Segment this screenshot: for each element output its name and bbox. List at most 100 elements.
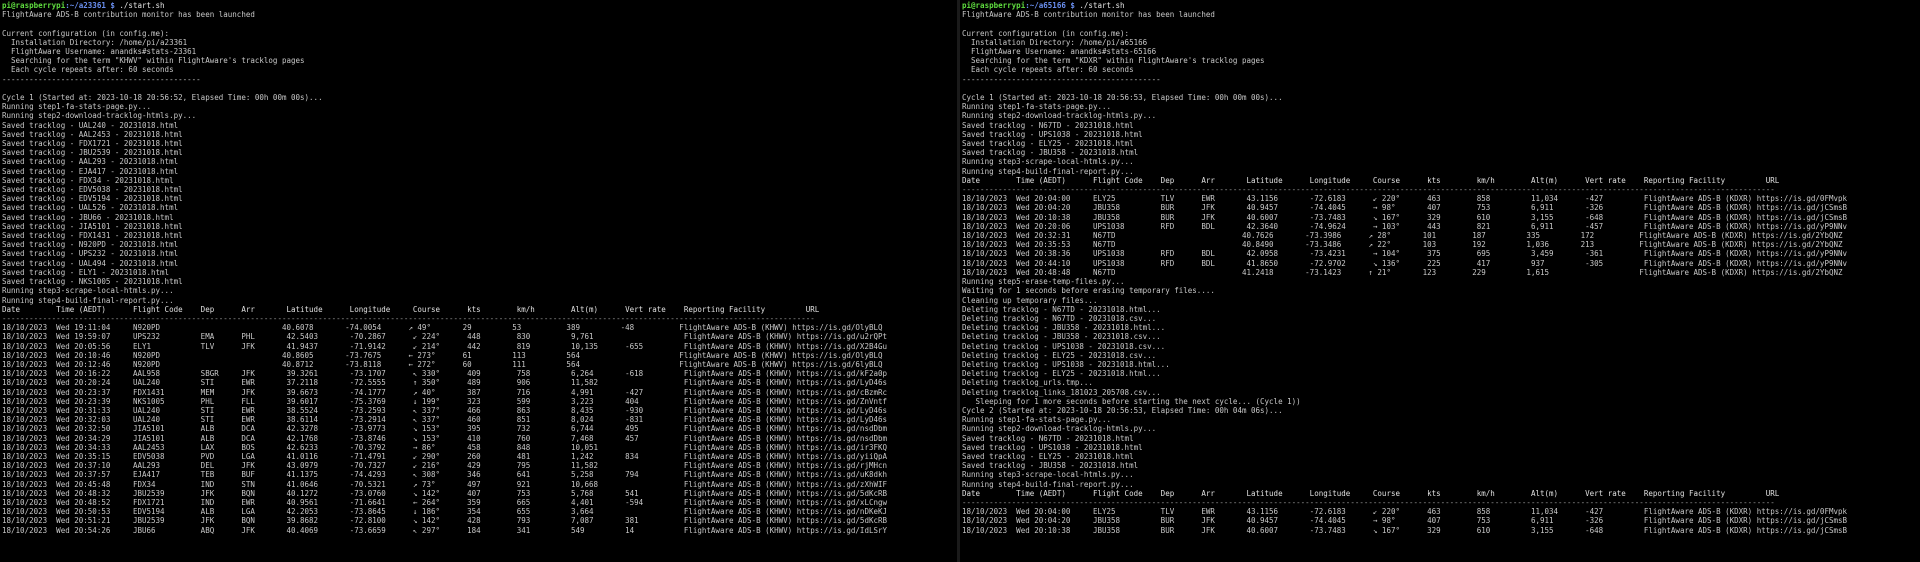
log-line: Deleting tracklog - JBU358 - 20231018.ht… (962, 323, 1166, 333)
log-line: Current configuration (in config.me): (962, 28, 1130, 38)
log-line: Running step5-erase-temp-files.py... (962, 277, 1125, 287)
log-line: Waiting for 1 seconds before erasing tem… (962, 286, 1215, 296)
log-line: Saved tracklog - ELY1 - 20231018.html (2, 267, 170, 277)
log-line: Saved tracklog - ELY25 - 20231018.html (962, 451, 1134, 461)
log-line: Deleting tracklog - JBU358 - 20231018.cs… (962, 332, 1161, 342)
log-line: Saved tracklog - AAL2453 - 20231018.html (2, 129, 183, 139)
table-row: 18/10/2023 Wed 20:10:38 JBU358 BUR JFK 4… (962, 212, 1848, 222)
table-row: 18/10/2023 Wed 20:45:48 FDX34 IND STN 41… (2, 479, 888, 489)
table-header-rule: ----------------------------------------… (962, 185, 1775, 195)
table-row: 18/10/2023 Wed 20:23:37 FDX1431 MEM JFK … (2, 387, 888, 397)
log-line: Each cycle repeats after: 60 seconds (2, 65, 174, 75)
log-line: FlightAware ADS-B contribution monitor h… (2, 10, 255, 20)
table-row: 18/10/2023 Wed 20:48:48 N67TD 41.2418 -7… (962, 267, 1843, 277)
table-header: Date Time (AEDT) Flight Code Dep Arr Lat… (962, 175, 1780, 185)
table-row: 18/10/2023 Wed 20:32:31 N67TD 40.7626 -7… (962, 231, 1843, 241)
log-line: Deleting tracklog - ELY25 - 20231018.htm… (962, 369, 1161, 379)
log-line: Running step3-scrape-local-htmls.py... (962, 470, 1134, 480)
log-line: Cycle 1 (Started at: 2023-10-18 20:56:53… (962, 93, 1283, 103)
table-row: 18/10/2023 Wed 19:59:07 UPS232 EMA PHL 4… (2, 332, 888, 342)
log-line: FlightAware Username: anandks#stats-6516… (962, 47, 1157, 57)
log-line: Saved tracklog - JBU358 - 20231018.html (962, 148, 1139, 158)
log-line: Saved tracklog - UPS1038 - 20231018.html (962, 442, 1143, 452)
report-table: 18/10/2023 Wed 19:11:04 N920PD 40.6078 -… (2, 323, 887, 535)
table-row: 18/10/2023 Wed 20:05:56 ELY1 TLV JFK 41.… (2, 341, 888, 351)
table-row: 18/10/2023 Wed 19:11:04 N920PD 40.6078 -… (2, 323, 883, 333)
terminal-output-right: pi@raspberrypi:~/a65166 $ ./start.sh Fli… (960, 0, 1849, 536)
table-row: 18/10/2023 Wed 20:04:20 JBU358 BUR JFK 4… (962, 203, 1848, 213)
table-header-rule: ----------------------------------------… (2, 313, 815, 323)
log-line: Saved tracklog - UPS1038 - 20231018.html (962, 129, 1143, 139)
table-row: 18/10/2023 Wed 20:20:06 UPS1038 RFD BDL … (962, 221, 1848, 231)
log-line: Each cycle repeats after: 60 seconds (962, 65, 1134, 75)
table-row: 18/10/2023 Wed 20:48:52 FDX1721 IND EWR … (2, 497, 888, 507)
table-row: 18/10/2023 Wed 20:32:50 JIA5101 ALB DCA … (2, 424, 888, 434)
terminal-pane-right[interactable]: pi@raspberrypi:~/a65166 $ ./start.sh Fli… (960, 0, 1917, 562)
table-row: 18/10/2023 Wed 20:31:33 UAL240 STI EWR 3… (2, 405, 888, 415)
table-row: 18/10/2023 Wed 20:35:15 EDV5038 PVD LGA … (2, 451, 888, 461)
log-line: Running step4-build-final-report.py... (962, 479, 1134, 489)
log-line: Running step4-build-final-report.py... (962, 166, 1134, 176)
table-row: 18/10/2023 Wed 20:32:03 UAL240 STI EWR 3… (2, 415, 888, 425)
log-line: Installation Directory: /home/pi/a23361 (2, 37, 188, 47)
terminal-output-left: pi@raspberrypi:~/a23361 $ ./start.sh Fli… (0, 0, 889, 536)
log-line: Cleaning up temporary files... (962, 295, 1098, 305)
table-row: 18/10/2023 Wed 20:44:10 UPS1038 RFD BDL … (962, 258, 1848, 268)
prompt-command: ./start.sh (114, 1, 165, 10)
log-line: Deleting tracklog - N67TD - 20231018.htm… (962, 304, 1161, 314)
log-line: Running step2-download-tracklog-htmls.py… (962, 424, 1157, 434)
log-line: Saved tracklog - N67TD - 20231018.html (962, 120, 1134, 130)
log-line: Saved tracklog - UPS232 - 20231018.html (2, 249, 179, 259)
table-header: Date Time (AEDT) Flight Code Dep Arr Lat… (962, 488, 1780, 498)
log-line: Saved tracklog - N67TD - 20231018.html (962, 433, 1134, 443)
table-row: 18/10/2023 Wed 20:48:32 JBU2539 JFK BQN … (2, 488, 888, 498)
log-line: Saved tracklog - JBU2539 - 20231018.html (2, 148, 183, 158)
prompt-path: :~/a23361 $ (65, 1, 115, 10)
log-line: ----------------------------------------… (962, 74, 1161, 84)
terminal-pane-left[interactable]: pi@raspberrypi:~/a23361 $ ./start.sh Fli… (0, 0, 957, 562)
log-line: Saved tracklog - UAL240 - 20231018.html (2, 120, 179, 130)
prompt-line: pi@raspberrypi:~/a65166 $ ./start.sh (962, 1, 1847, 10)
log-line: Running step3-scrape-local-htmls.py... (962, 157, 1134, 167)
log-line: Saved tracklog - EDV5194 - 20231018.html (2, 194, 183, 204)
log-line: Saved tracklog - JBU358 - 20231018.html (962, 461, 1139, 471)
table-row: 18/10/2023 Wed 20:54:26 JBU66 ABQ JFK 40… (2, 525, 888, 535)
table-row: 18/10/2023 Wed 20:38:36 UPS1038 RFD BDL … (962, 249, 1848, 259)
log-line: Saved tracklog - UAL526 - 20231018.html (2, 203, 179, 213)
prompt-user: pi@raspberrypi (2, 1, 66, 10)
table-row: 18/10/2023 Wed 20:12:46 N920PD 40.8712 -… (2, 359, 883, 369)
report-table: 18/10/2023 Wed 20:04:00 ELY25 TLV EWR 43… (962, 507, 1847, 535)
table-row: 18/10/2023 Wed 20:51:21 JBU2539 JFK BQN … (2, 516, 888, 526)
table-row: 18/10/2023 Wed 20:34:33 AAL2453 LAX BOS … (2, 442, 888, 452)
log-line: Deleting tracklog_links_181023_205708.cs… (962, 387, 1161, 397)
log-line: Running step2-download-tracklog-htmls.py… (2, 111, 197, 121)
log-line: Running step2-download-tracklog-htmls.py… (962, 111, 1157, 121)
table-row: 18/10/2023 Wed 20:04:00 ELY25 TLV EWR 43… (962, 507, 1848, 517)
log-line: FlightAware ADS-B contribution monitor h… (962, 10, 1215, 20)
table-row: 18/10/2023 Wed 20:34:29 JIA5101 ALB DCA … (2, 433, 888, 443)
table-row: 18/10/2023 Wed 20:04:20 JBU358 BUR JFK 4… (962, 516, 1848, 526)
log-line: FlightAware Username: anandks#stats-2336… (2, 47, 197, 57)
log-line: Deleting tracklog - UPS1038 - 20231018.c… (962, 341, 1166, 351)
log-line: Deleting tracklog - ELY25 - 20231018.csv… (962, 350, 1157, 360)
log-line: Saved tracklog - JBU66 - 20231018.html (2, 212, 174, 222)
log-line: Searching for the term "KHWV" within Fli… (2, 56, 305, 66)
log-line: Searching for the term "KDXR" within Fli… (962, 56, 1265, 66)
log-line: Current configuration (in config.me): (2, 28, 170, 38)
log-line: Saved tracklog - EJA417 - 20231018.html (2, 166, 179, 176)
prompt-user: pi@raspberrypi (962, 1, 1026, 10)
log-line: Running step1-fa-stats-page.py... (962, 415, 1112, 425)
log-line: Running step1-fa-stats-page.py... (2, 102, 152, 112)
log-line: Saved tracklog - EDV5038 - 20231018.html (2, 185, 183, 195)
log-line: Running step4-build-final-report.py... (2, 295, 174, 305)
log-line: Cycle 1 (Started at: 2023-10-18 20:56:52… (2, 93, 323, 103)
table-row: 18/10/2023 Wed 20:37:10 AAL293 DEL JFK 4… (2, 461, 888, 471)
prompt-path: :~/a65166 $ (1025, 1, 1075, 10)
log-line: Saved tracklog - N920PD - 20231018.html (2, 240, 179, 250)
table-header-rule: ----------------------------------------… (962, 497, 1775, 507)
table-row: 18/10/2023 Wed 20:50:53 EDV5194 ALB LGA … (2, 507, 888, 517)
log-line: Deleting tracklog - N67TD - 20231018.csv… (962, 313, 1157, 323)
